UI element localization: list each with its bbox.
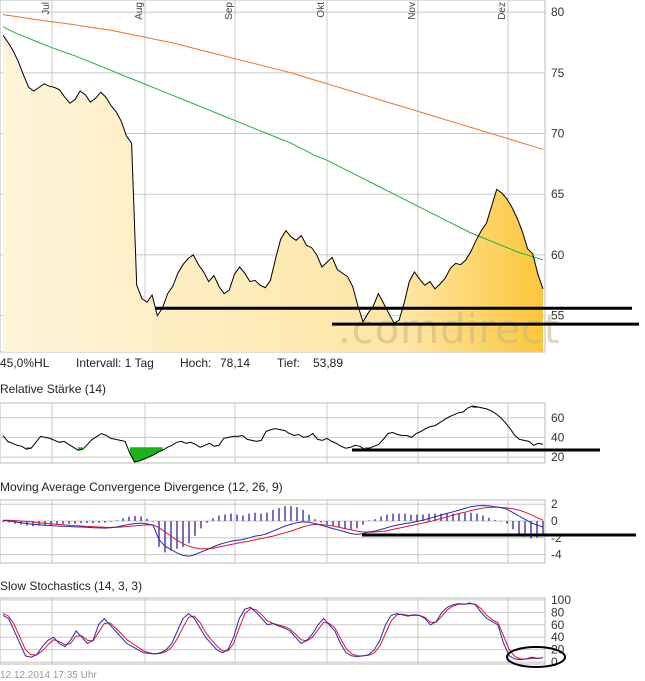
month-label-sep: Sep <box>224 2 235 20</box>
macd-tick-0: 2 <box>551 497 558 511</box>
price-tick-4: 75 <box>551 66 565 80</box>
low-value: 53,89 <box>313 356 343 370</box>
month-label-nov: Nov <box>407 2 418 20</box>
rsi-y-axis: 20 40 60 <box>551 411 565 464</box>
price-tick-5: 80 <box>551 5 565 19</box>
stock-chart: .comdirect 55 60 65 70 75 80 Jul Aug Sep Okt Nov D… <box>0 0 639 681</box>
timestamp: 12.12.2014 17:35 Uhr <box>0 670 97 681</box>
price-tick-1: 60 <box>551 248 565 262</box>
info-row: 45,0%HL Intervall: 1 Tag Hoch: 78,14 Tie… <box>0 356 343 370</box>
price-tick-2: 65 <box>551 187 565 201</box>
price-tick-0: 55 <box>551 309 565 323</box>
rsi-title: Relative Stärke (14) <box>0 382 106 396</box>
macd-panel: Moving Average Convergence Divergence (1… <box>0 480 636 564</box>
macd-tick-3: -4 <box>551 548 562 562</box>
price-tick-3: 70 <box>551 127 565 141</box>
rsi-tick-1: 40 <box>551 430 565 444</box>
month-label-aug: Aug <box>134 2 145 20</box>
rsi-tick-2: 60 <box>551 411 565 425</box>
month-label-jul: Jul <box>41 2 52 15</box>
macd-tick-1: 0 <box>551 514 558 528</box>
month-label-okt: Okt <box>316 2 327 18</box>
stoch-panel: Slow Stochastics (14, 3, 3) 100806040200 <box>0 579 571 669</box>
price-y-axis: 55 60 65 70 75 80 <box>551 5 565 323</box>
range-label: 45,0%HL <box>0 356 50 370</box>
rsi-tick-0: 20 <box>551 450 565 464</box>
high-value: 78,14 <box>220 356 250 370</box>
high-label: Hoch: <box>180 356 211 370</box>
rsi-panel: Relative Stärke (14) 20 40 60 <box>0 382 600 464</box>
interval-label: Intervall: 1 Tag <box>76 356 154 370</box>
stoch-title: Slow Stochastics (14, 3, 3) <box>0 579 142 593</box>
low-label: Tief: <box>277 356 300 370</box>
watermark: .comdirect <box>338 307 561 353</box>
macd-tick-2: -2 <box>551 531 562 545</box>
stoch-panel-frame <box>0 597 546 665</box>
macd-y-axis: 2 0 -2 -4 <box>551 497 562 561</box>
stoch-tick-5: 0 <box>551 655 558 669</box>
stoch-y-axis: 100806040200 <box>551 593 571 669</box>
price-panel: .comdirect 55 60 65 70 75 80 Jul Aug Sep Okt Nov D… <box>0 0 639 353</box>
macd-title: Moving Average Convergence Divergence (1… <box>0 480 283 494</box>
month-label-dez: Dez <box>497 2 508 20</box>
